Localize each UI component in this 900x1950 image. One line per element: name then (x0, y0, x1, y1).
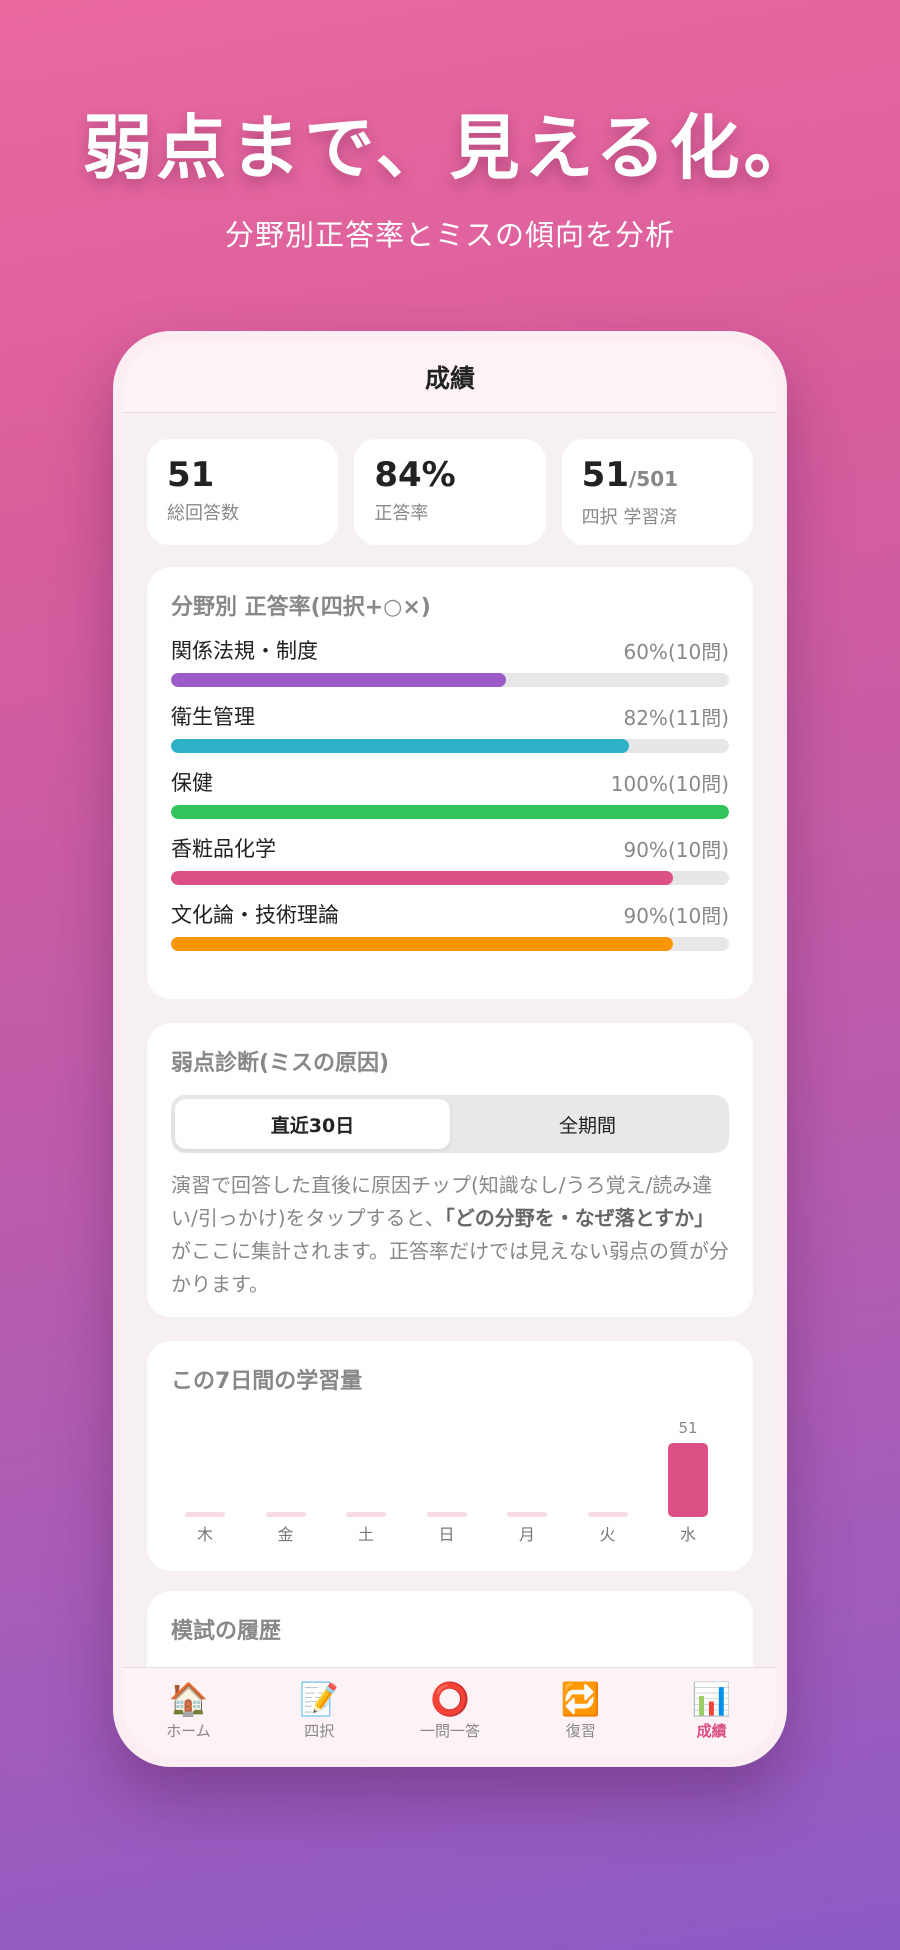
bar-column (507, 1439, 547, 1517)
app-screen: 成績 51 総回答数 84% 正答率 51/501 四択 学習済 分野別 正答率… (123, 341, 777, 1757)
hero-title: 弱点まで、見える化。 (82, 107, 818, 189)
bar (185, 1512, 225, 1517)
stat-studied: 51/501 四択 学習済 (561, 439, 753, 545)
stat-suffix: /501 (628, 467, 679, 491)
bar (668, 1443, 708, 1517)
category-name: 香粧品化学 (171, 837, 276, 861)
diagnosis-text: がここに集計されます。正答率だけでは見えない弱点の質が分かります。 (171, 1239, 729, 1296)
bar-column (587, 1439, 628, 1517)
circle-icon: ⭕ (430, 1680, 470, 1718)
progress-track (171, 805, 729, 819)
progress-fill (171, 805, 729, 819)
diagnosis-text-emphasis: 「どの分野を・なぜ落とすか」 (444, 1206, 715, 1230)
hero-subtitle: 分野別正答率とミスの傾向を分析 (224, 218, 675, 252)
day-label: 土 (357, 1525, 374, 1544)
tab-label: 復習 (565, 1722, 596, 1740)
bar (346, 1512, 386, 1517)
repeat-icon: 🔁 (560, 1680, 601, 1718)
category-accuracy: 90%(10問) (623, 903, 729, 928)
bar-column (185, 1439, 225, 1517)
day-label: 木 (196, 1525, 213, 1544)
day-label: 火 (599, 1525, 616, 1544)
card-title: この7日間の学習量 (171, 1369, 363, 1394)
tab-label: 一問一答 (419, 1722, 480, 1740)
stat-accuracy: 84% 正答率 (354, 439, 546, 545)
progress-track (171, 937, 729, 951)
day-label: 水 (679, 1525, 696, 1544)
home-icon: 🏠 (168, 1680, 209, 1718)
progress-fill (171, 739, 629, 753)
category-name: 衛生管理 (171, 705, 255, 729)
tab-review[interactable]: 🔁 復習 (515, 1680, 646, 1757)
category-name: 文化論・技術理論 (171, 903, 339, 927)
weekly-bar-chart: 木 金 土 日 月 火 51 水 (171, 1415, 729, 1545)
bar-column (346, 1439, 386, 1517)
category-accuracy: 100%(10問) (610, 771, 729, 796)
category-name: 保健 (171, 771, 213, 795)
category-accuracy: 60%(10問) (623, 639, 729, 664)
day-label: 日 (438, 1525, 455, 1544)
stat-total-answers: 51 総回答数 (147, 439, 339, 545)
day-label: 月 (518, 1525, 535, 1544)
card-title: 弱点診断(ミスの原因) (171, 1051, 390, 1076)
bar-column (265, 1439, 306, 1517)
page-title: 成績 (123, 341, 777, 413)
tab-multiple-choice[interactable]: 📝 四択 (254, 1680, 385, 1757)
category-accuracy: 82%(11問) (623, 705, 729, 730)
card-title: 分野別 正答率(四択+○×) (171, 595, 431, 620)
card-title: 模試の履歴 (171, 1619, 282, 1644)
segment-recent-30-days[interactable]: 直近30日 (175, 1099, 450, 1149)
progress-fill (171, 937, 674, 951)
bar-value-label: 51 (678, 1419, 698, 1437)
diagnosis-description: 演習で回答した直後に原因チップ(知識なし/うろ覚え/読み違い/引っかけ)をタップ… (171, 1169, 729, 1301)
bar-column: 51 (668, 1419, 708, 1517)
category-accuracy-card: 分野別 正答率(四択+○×) 関係法規・制度 60%(10問) 衛生管理 82%(11… (147, 567, 753, 999)
category-row-health: 保健 100%(10問) (171, 767, 729, 819)
progress-track (171, 739, 729, 753)
bottom-tab-bar: 🏠 ホーム 📝 四択 ⭕ 一問一答 🔁 復習 📊 成績 (123, 1667, 777, 1757)
category-accuracy: 90%(10問) (623, 837, 729, 862)
category-row-regulations: 関係法規・制度 60%(10問) (171, 635, 729, 687)
segment-all-time[interactable]: 全期間 (450, 1099, 725, 1149)
phone-frame: 成績 51 総回答数 84% 正答率 51/501 四択 学習済 分野別 正答率… (113, 331, 787, 1767)
weakness-diagnosis-card: 弱点診断(ミスの原因) 直近30日 全期間 演習で回答した直後に原因チップ(知識… (147, 1023, 753, 1317)
tab-results[interactable]: 📊 成績 (646, 1680, 777, 1757)
tab-quick-quiz[interactable]: ⭕ 一問一答 (385, 1680, 516, 1757)
stat-value: 51 (167, 455, 215, 495)
bar (426, 1512, 467, 1517)
memo-icon: 📝 (299, 1680, 340, 1718)
tab-label: 四択 (304, 1722, 335, 1740)
progress-track (171, 673, 729, 687)
tab-label: ホーム (166, 1722, 211, 1740)
period-segmented-control: 直近30日 全期間 (171, 1095, 729, 1153)
category-name: 関係法規・制度 (171, 639, 318, 663)
bar (265, 1512, 306, 1517)
stat-label: 総回答数 (167, 503, 239, 524)
bar-column (426, 1439, 467, 1517)
tab-label: 成績 (696, 1722, 727, 1740)
weekly-study-card: この7日間の学習量 木 金 土 日 月 火 51 水 (147, 1341, 753, 1571)
stat-value: 51 (581, 455, 629, 495)
stats-row: 51 総回答数 84% 正答率 51/501 四択 学習済 (147, 439, 753, 545)
category-row-cosmetic-chemistry: 香粧品化学 90%(10問) (171, 833, 729, 885)
category-list: 関係法規・制度 60%(10問) 衛生管理 82%(11問) 保健 100%(10問) 香粧… (171, 635, 729, 951)
category-row-hygiene: 衛生管理 82%(11問) (171, 701, 729, 753)
stat-value: 84% (374, 455, 456, 495)
progress-fill (171, 673, 506, 687)
category-row-culture-technique: 文化論・技術理論 90%(10問) (171, 899, 729, 951)
day-label: 金 (277, 1525, 294, 1544)
progress-track (171, 871, 729, 885)
tab-home[interactable]: 🏠 ホーム (123, 1680, 254, 1757)
stat-label: 正答率 (374, 503, 429, 524)
progress-fill (171, 871, 674, 885)
stat-label: 四択 学習済 (581, 507, 678, 528)
bar-chart-icon: 📊 (691, 1680, 732, 1718)
bar (587, 1512, 628, 1517)
bar (507, 1512, 547, 1517)
